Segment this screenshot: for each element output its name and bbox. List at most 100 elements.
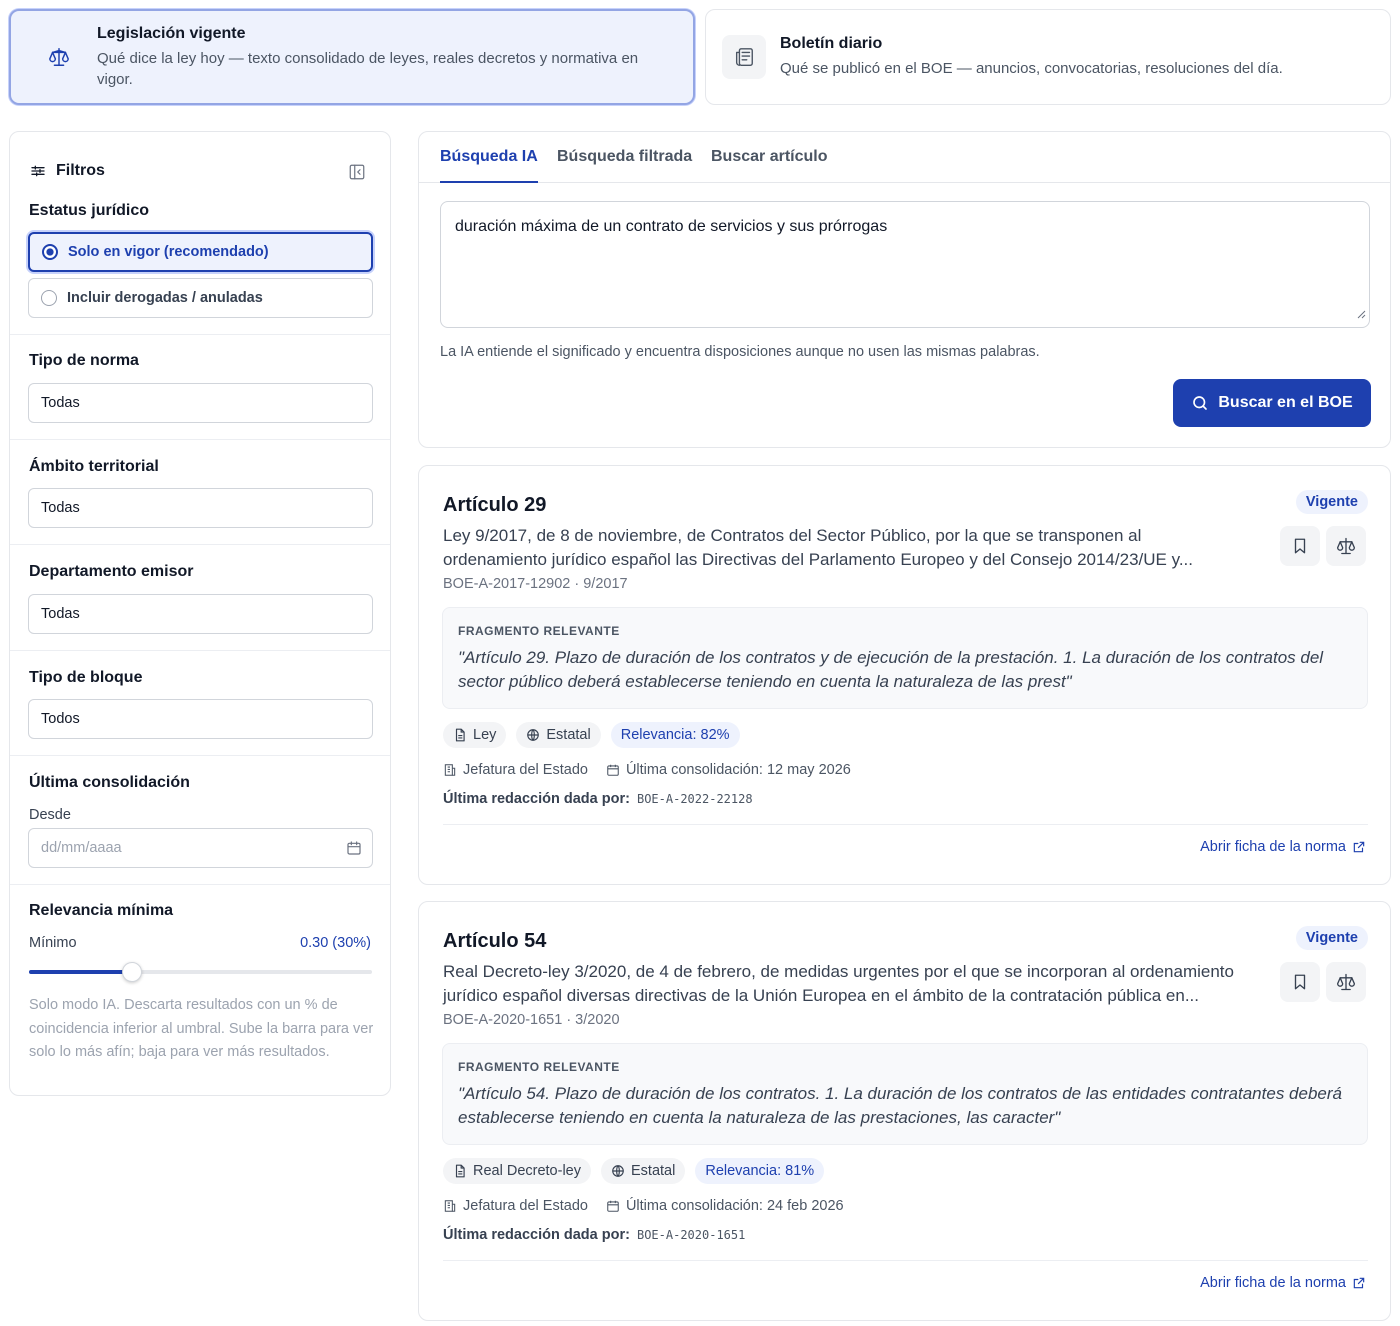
block-type-label: Tipo de bloque bbox=[29, 669, 143, 686]
norm-type-select[interactable]: Todas bbox=[28, 383, 373, 423]
search-hint: La IA entiende el significado y encuentr… bbox=[440, 344, 1040, 360]
document-icon bbox=[455, 1164, 465, 1178]
chip-label: Estatal bbox=[631, 1163, 676, 1179]
query-textarea[interactable]: duración máxima de un contrato de servic… bbox=[440, 201, 1370, 328]
relevance-label: Relevancia mínima bbox=[29, 902, 174, 919]
divider bbox=[443, 824, 1368, 825]
scale-icon bbox=[1337, 537, 1355, 555]
result-meta: Jefatura del Estado Última consolidación… bbox=[443, 1198, 844, 1214]
result-card: Artículo 54 Vigente Real Decreto-ley 3/2… bbox=[418, 901, 1391, 1321]
globe-icon bbox=[612, 1165, 624, 1177]
link-label: Abrir ficha de la norma bbox=[1200, 839, 1346, 855]
scale-icon bbox=[1337, 973, 1355, 991]
chip-scope: Estatal bbox=[516, 722, 601, 748]
open-norm-link[interactable]: Abrir ficha de la norma bbox=[1200, 839, 1366, 855]
chip-norm-type: Real Decreto-ley bbox=[443, 1158, 591, 1184]
from-label: Desde bbox=[29, 807, 71, 823]
result-title[interactable]: Artículo 54 bbox=[443, 930, 546, 953]
result-chips: Real Decreto-ley Estatal Relevancia: 81% bbox=[443, 1158, 825, 1184]
external-link-icon bbox=[1353, 841, 1365, 853]
slider-fill bbox=[29, 970, 132, 974]
radio-label: Solo en vigor (recomendado) bbox=[68, 244, 269, 260]
chip-scope: Estatal bbox=[601, 1158, 686, 1184]
last-redaction: Última redacción dada por: BOE-A-2022-22… bbox=[443, 791, 753, 807]
department-label: Departamento emisor bbox=[29, 563, 194, 580]
divider bbox=[10, 334, 390, 335]
consolidation-label: Última consolidación bbox=[29, 774, 190, 791]
last-redaction-label: Última redacción dada por: bbox=[443, 1227, 630, 1243]
last-redaction-code: BOE-A-2020-1651 bbox=[636, 1228, 746, 1242]
consolidation-meta: Última consolidación: 24 feb 2026 bbox=[606, 1198, 844, 1214]
chip-label: Real Decreto-ley bbox=[473, 1163, 581, 1179]
result-meta: Jefatura del Estado Última consolidación… bbox=[443, 762, 851, 778]
tab-busqueda-ia[interactable]: Búsqueda IA bbox=[440, 148, 538, 183]
mode-card-legislacion[interactable]: Legislación vigente Qué dice la ley hoy … bbox=[9, 9, 695, 105]
department-text: Jefatura del Estado bbox=[463, 1198, 588, 1214]
filters-sidebar: Filtros Estatus jurídico Solo en vigor (… bbox=[9, 131, 391, 1096]
date-from-input[interactable]: dd/mm/aaaa bbox=[28, 828, 373, 868]
resize-grip-icon[interactable] bbox=[1356, 306, 1366, 324]
sliders-icon bbox=[31, 165, 45, 177]
bookmark-button[interactable] bbox=[1280, 526, 1320, 566]
department-text: Jefatura del Estado bbox=[463, 762, 588, 778]
mode-description: Qué dice la ley hoy — texto consolidado … bbox=[97, 49, 639, 88]
slider-thumb[interactable] bbox=[122, 962, 142, 982]
bookmark-icon bbox=[1294, 538, 1306, 554]
fragment-label: FRAGMENTO RELEVANTE bbox=[458, 1060, 620, 1074]
globe-icon bbox=[527, 729, 540, 741]
relevance-slider[interactable] bbox=[29, 962, 372, 982]
radio-unselected bbox=[41, 290, 57, 306]
territorial-select[interactable]: Todas bbox=[28, 488, 373, 528]
filters-title: Filtros bbox=[56, 162, 105, 179]
search-button[interactable]: Buscar en el BOE bbox=[1173, 379, 1371, 427]
filters-header: Filtros bbox=[30, 162, 105, 180]
result-card: Artículo 29 Vigente Ley 9/2017, de 8 de … bbox=[418, 465, 1391, 885]
document-icon bbox=[455, 728, 465, 742]
fragment-text: "Artículo 29. Plazo de duración de los c… bbox=[458, 648, 1324, 691]
building-icon bbox=[444, 1200, 456, 1212]
mode-description: Qué se publicó en el BOE — anuncios, con… bbox=[780, 60, 1283, 77]
divider bbox=[10, 755, 390, 756]
fragment-label: FRAGMENTO RELEVANTE bbox=[458, 624, 620, 638]
mode-card-boletin[interactable]: Boletín diario Qué se publicó en el BOE … bbox=[705, 9, 1391, 105]
block-type-select[interactable]: Todos bbox=[28, 699, 373, 739]
result-title[interactable]: Artículo 29 bbox=[443, 494, 546, 517]
status-label: Estatus jurídico bbox=[29, 202, 150, 219]
tab-buscar-articulo[interactable]: Buscar artículo bbox=[711, 148, 827, 183]
search-icon bbox=[1193, 396, 1208, 410]
bookmark-button[interactable] bbox=[1280, 962, 1320, 1002]
query-text: duración máxima de un contrato de servic… bbox=[455, 218, 888, 235]
result-actions bbox=[1280, 962, 1366, 1002]
collapse-sidebar-icon[interactable] bbox=[348, 163, 366, 186]
divider bbox=[10, 650, 390, 651]
last-redaction: Última redacción dada por: BOE-A-2020-16… bbox=[443, 1227, 745, 1243]
status-badge: Vigente bbox=[1295, 490, 1368, 514]
norm-type-label: Tipo de norma bbox=[29, 352, 139, 369]
consolidation-meta: Última consolidación: 12 may 2026 bbox=[606, 762, 851, 778]
link-label: Abrir ficha de la norma bbox=[1200, 1275, 1346, 1291]
compare-button[interactable] bbox=[1326, 962, 1366, 1002]
radio-label: Incluir derogadas / anuladas bbox=[67, 290, 263, 306]
status-badge: Vigente bbox=[1295, 926, 1368, 950]
open-norm-link[interactable]: Abrir ficha de la norma bbox=[1200, 1275, 1366, 1291]
calendar-icon[interactable] bbox=[346, 840, 362, 860]
relevance-min-label: Mínimo bbox=[29, 935, 77, 951]
relevance-value: 0.30 (30%) bbox=[300, 935, 371, 951]
result-reference: BOE-A-2020-1651 · 3/2020 bbox=[443, 1012, 620, 1028]
department-meta: Jefatura del Estado bbox=[443, 1198, 588, 1214]
status-option-derogadas[interactable]: Incluir derogadas / anuladas bbox=[28, 278, 373, 318]
department-meta: Jefatura del Estado bbox=[443, 762, 588, 778]
tab-busqueda-filtrada[interactable]: Búsqueda filtrada bbox=[557, 148, 692, 183]
external-link-icon bbox=[1353, 1277, 1365, 1289]
status-option-en-vigor[interactable]: Solo en vigor (recomendado) bbox=[28, 232, 373, 272]
fragment-text: "Artículo 54. Plazo de duración de los c… bbox=[458, 1084, 1342, 1127]
compare-button[interactable] bbox=[1326, 526, 1366, 566]
consolidation-text: Última consolidación: 12 may 2026 bbox=[625, 762, 851, 778]
radio-selected bbox=[42, 244, 58, 260]
building-icon bbox=[444, 764, 456, 776]
result-description: Real Decreto-ley 3/2020, de 4 de febrero… bbox=[443, 962, 1234, 1005]
department-select[interactable]: Todas bbox=[28, 594, 373, 634]
result-actions bbox=[1280, 526, 1366, 566]
chip-relevance: Relevancia: 82% bbox=[610, 722, 740, 748]
date-placeholder: dd/mm/aaaa bbox=[41, 840, 122, 856]
